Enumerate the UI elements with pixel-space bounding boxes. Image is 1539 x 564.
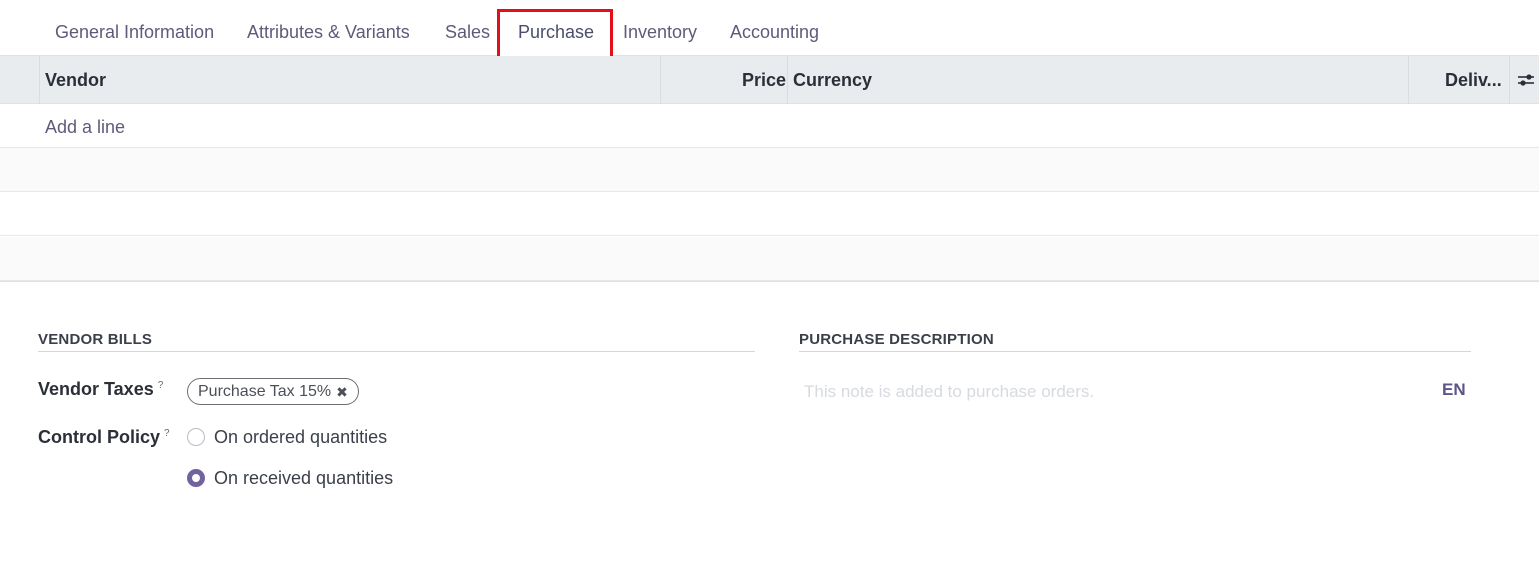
divider <box>0 281 1539 282</box>
column-delivery[interactable]: Deliv... <box>1445 56 1502 104</box>
table-row: Add a line <box>0 104 1539 148</box>
column-price[interactable]: Price <box>742 56 786 104</box>
control-policy-label-text: Control Policy <box>38 427 161 447</box>
column-separator <box>1509 56 1510 104</box>
radio-label-received[interactable]: On received quantities <box>214 468 393 489</box>
tab-purchase[interactable]: Purchase <box>518 22 594 43</box>
add-line-link[interactable]: Add a line <box>45 117 125 138</box>
sliders-icon[interactable] <box>1516 70 1536 90</box>
column-separator <box>787 56 788 104</box>
column-separator <box>660 56 661 104</box>
help-icon[interactable]: ? <box>158 380 164 391</box>
purchase-description-title: PURCHASE DESCRIPTION <box>799 331 994 348</box>
radio-ordered-quantities[interactable] <box>187 428 205 446</box>
purchase-description-input[interactable]: This note is added to purchase orders. <box>804 382 1094 402</box>
notebook-tabs: General Information Attributes & Variant… <box>0 0 1539 60</box>
vendor-bills-title: VENDOR BILLS <box>38 331 153 348</box>
language-button[interactable]: EN <box>1442 380 1466 400</box>
radio-label-ordered[interactable]: On ordered quantities <box>214 427 387 448</box>
tab-accounting[interactable]: Accounting <box>730 22 819 43</box>
tax-tag: Purchase Tax 15% ✖ <box>187 378 359 405</box>
table-row <box>0 148 1539 192</box>
remove-tag-icon[interactable]: ✖ <box>336 380 348 404</box>
help-icon[interactable]: ? <box>164 428 170 439</box>
tax-tag-label: Purchase Tax 15% <box>198 382 332 400</box>
radio-received-quantities[interactable] <box>187 469 205 487</box>
divider <box>38 351 755 352</box>
table-row <box>0 192 1539 236</box>
column-vendor[interactable]: Vendor <box>45 56 106 104</box>
tab-sales[interactable]: Sales <box>445 22 490 43</box>
column-currency[interactable]: Currency <box>793 56 872 104</box>
vendor-table-header: Vendor Price Currency Deliv... <box>0 56 1539 104</box>
vendor-taxes-label-text: Vendor Taxes <box>38 379 154 399</box>
divider <box>799 351 1471 352</box>
control-policy-label: Control Policy? <box>38 427 170 448</box>
vendor-taxes-label: Vendor Taxes? <box>38 379 163 400</box>
column-separator <box>39 56 40 104</box>
table-row <box>0 237 1539 281</box>
tab-inventory[interactable]: Inventory <box>623 22 697 43</box>
tab-general-information[interactable]: General Information <box>55 22 214 43</box>
tab-attributes-variants[interactable]: Attributes & Variants <box>247 22 410 43</box>
column-separator <box>1408 56 1409 104</box>
